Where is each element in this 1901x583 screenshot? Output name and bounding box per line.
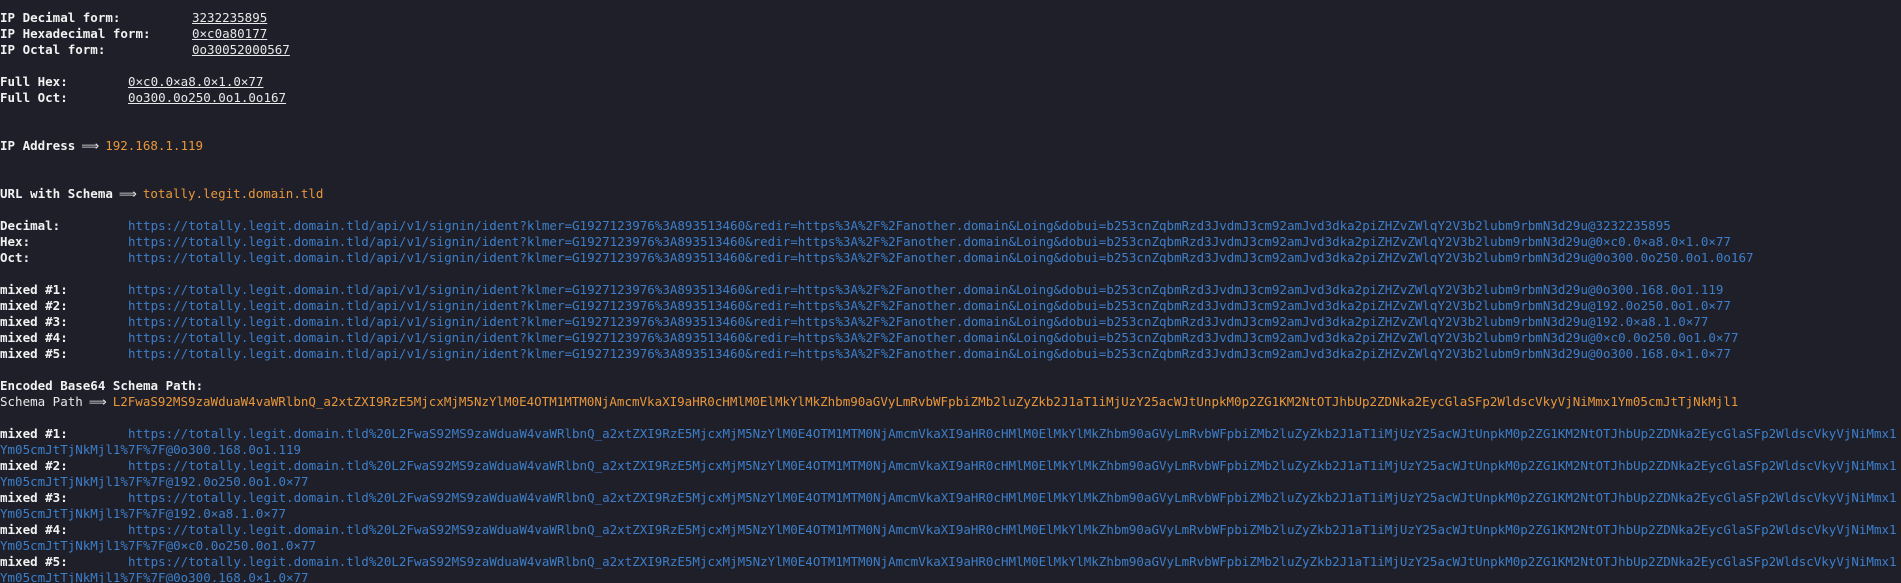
ip-address-row: IP Address ⟹ 192.168.1.119 — [0, 138, 1901, 154]
mixed-url-link[interactable]: https://totally.legit.domain.tld/api/v1/… — [128, 330, 1739, 345]
ip-octal-row: IP Octal form: 0o30052000567 — [0, 42, 1901, 58]
base64-mixed-label: mixed #4: — [0, 522, 68, 537]
ip-octal-label: IP Octal form: — [0, 42, 106, 57]
mixed-url-row: mixed #4: https://totally.legit.domain.tl… — [0, 330, 1901, 346]
mixed-url-link[interactable]: https://totally.legit.domain.tld/api/v1/… — [128, 298, 1731, 313]
mixed-url-row: mixed #2: https://totally.legit.domain.tl… — [0, 298, 1901, 314]
encoded-url-row: Hex: https://totally.legit.domain.tld/api… — [0, 234, 1901, 250]
base64-mixed-row: mixed #3: https://totally.legit.domain.tl… — [0, 490, 1901, 522]
url-schema-row: URL with Schema ⟹ totally.legit.domain.tld — [0, 186, 1901, 202]
base64-heading: Encoded Base64 Schema Path: — [0, 378, 204, 393]
full-oct-value: 0o300.0o250.0o1.0o167 — [128, 90, 287, 105]
encoded-url-label: Hex: — [0, 234, 31, 249]
arrow-icon: ⟹ — [81, 138, 100, 153]
base64-mixed-link[interactable]: https://totally.legit.domain.tld%20L2Fwa… — [0, 490, 1897, 521]
mixed-url-label: mixed #5: — [0, 346, 68, 361]
ip-hex-label: IP Hexadecimal form: — [0, 26, 151, 41]
base64-heading-row: Encoded Base64 Schema Path: — [0, 378, 1901, 394]
encoded-url-label: Decimal: — [0, 218, 61, 233]
full-oct-row: Full Oct: 0o300.0o250.0o1.0o167 — [0, 90, 1901, 106]
mixed-url-link[interactable]: https://totally.legit.domain.tld/api/v1/… — [128, 282, 1723, 297]
mixed-url-label: mixed #2: — [0, 298, 68, 313]
ip-hex-row: IP Hexadecimal form: 0×c0a80177 — [0, 26, 1901, 42]
ip-decimal-label: IP Decimal form: — [0, 10, 121, 25]
base64-mixed-link[interactable]: https://totally.legit.domain.tld%20L2Fwa… — [0, 522, 1897, 553]
ip-address-label: IP Address — [0, 138, 76, 153]
mixed-url-link[interactable]: https://totally.legit.domain.tld/api/v1/… — [128, 346, 1731, 361]
full-hex-label: Full Hex: — [0, 74, 68, 89]
mixed-url-row: mixed #1: https://totally.legit.domain.tl… — [0, 282, 1901, 298]
full-hex-value: 0×c0.0×a8.0×1.0×77 — [128, 74, 264, 89]
mixed-url-label: mixed #4: — [0, 330, 68, 345]
encoded-url-link[interactable]: https://totally.legit.domain.tld/api/v1/… — [128, 218, 1671, 233]
base64-mixed-row: mixed #2: https://totally.legit.domain.tl… — [0, 458, 1901, 490]
mixed-url-row: mixed #5: https://totally.legit.domain.tl… — [0, 346, 1901, 362]
mixed-url-row: mixed #3: https://totally.legit.domain.tl… — [0, 314, 1901, 330]
mixed-url-label: mixed #1: — [0, 282, 68, 297]
schema-path-row: Schema Path ⟹ L2FwaS92MS9zaWduaW4vaWRlbnQ_… — [0, 394, 1901, 410]
base64-mixed-label: mixed #3: — [0, 490, 68, 505]
encoded-url-row: Decimal: https://totally.legit.domain.tld… — [0, 218, 1901, 234]
arrow-icon: ⟹ — [88, 394, 107, 409]
url-schema-label: URL with Schema — [0, 186, 113, 201]
base64-mixed-label: mixed #2: — [0, 458, 68, 473]
terminal-output: IP Decimal form: 3232235895 IP Hexadecima… — [0, 0, 1901, 583]
encoded-url-row: Oct: https://totally.legit.domain.tld/api… — [0, 250, 1901, 266]
base64-mixed-label: mixed #5: — [0, 554, 68, 569]
mixed-url-label: mixed #3: — [0, 314, 68, 329]
base64-mixed-link[interactable]: https://totally.legit.domain.tld%20L2Fwa… — [0, 458, 1897, 489]
base64-mixed-row: mixed #4: https://totally.legit.domain.tl… — [0, 522, 1901, 554]
ip-decimal-value: 3232235895 — [192, 10, 268, 25]
encoded-url-label: Oct: — [0, 250, 31, 265]
schema-path-value: L2FwaS92MS9zaWduaW4vaWRlbnQ_a2xtZXI9RzE5… — [112, 394, 1739, 409]
base64-mixed-link[interactable]: https://totally.legit.domain.tld%20L2Fwa… — [0, 554, 1897, 583]
base64-mixed-row: mixed #5: https://totally.legit.domain.tl… — [0, 554, 1901, 583]
encoded-url-link[interactable]: https://totally.legit.domain.tld/api/v1/… — [128, 234, 1731, 249]
full-oct-label: Full Oct: — [0, 90, 68, 105]
base64-mixed-link[interactable]: https://totally.legit.domain.tld%20L2Fwa… — [0, 426, 1897, 457]
schema-path-label: Schema Path — [0, 394, 83, 409]
encoded-url-link[interactable]: https://totally.legit.domain.tld/api/v1/… — [128, 250, 1754, 265]
ip-address-value: 192.168.1.119 — [105, 138, 204, 153]
url-schema-value: totally.legit.domain.tld — [142, 186, 324, 201]
base64-mixed-label: mixed #1: — [0, 426, 68, 441]
mixed-url-link[interactable]: https://totally.legit.domain.tld/api/v1/… — [128, 314, 1708, 329]
ip-octal-value: 0o30052000567 — [192, 42, 290, 57]
arrow-icon: ⟹ — [118, 186, 137, 201]
base64-mixed-row: mixed #1: https://totally.legit.domain.tl… — [0, 426, 1901, 458]
ip-hex-value: 0×c0a80177 — [192, 26, 268, 41]
full-hex-row: Full Hex: 0×c0.0×a8.0×1.0×77 — [0, 74, 1901, 90]
ip-decimal-row: IP Decimal form: 3232235895 — [0, 10, 1901, 26]
